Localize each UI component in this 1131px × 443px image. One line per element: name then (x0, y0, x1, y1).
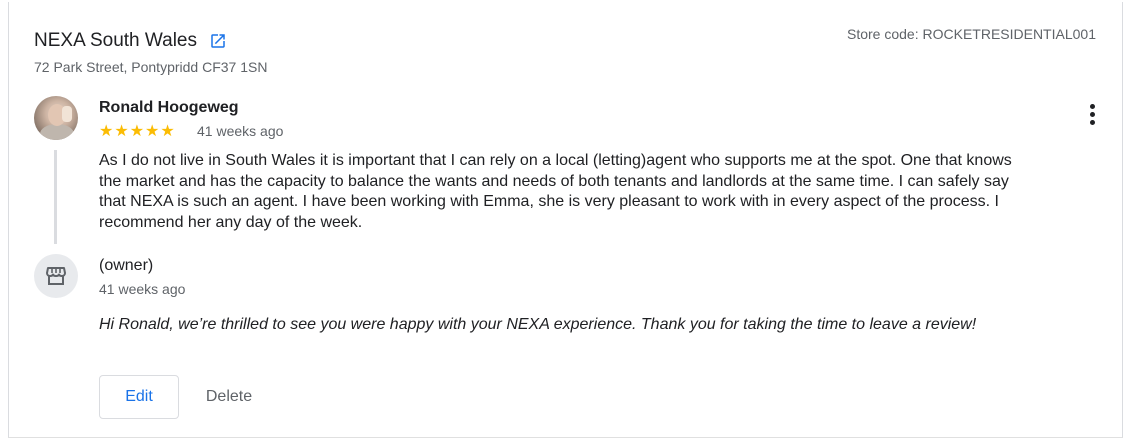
location-name: NEXA South Wales (34, 30, 197, 51)
review-text: As I do not live in South Wales it is im… (99, 152, 1012, 231)
owner-avatar (34, 254, 78, 298)
reply-timestamp: 41 weeks ago (99, 281, 186, 297)
store-code: Store code: ROCKETRESIDENTIAL001 (847, 26, 1096, 42)
more-vert-icon[interactable] (1082, 102, 1102, 128)
reviewer-avatar[interactable] (34, 96, 78, 140)
edit-reply-button[interactable]: Edit (99, 375, 179, 419)
location-address: 72 Park Street, Pontypridd CF37 1SN (34, 59, 268, 75)
reply-text: Hi Ronald, we’re thrilled to see you wer… (99, 316, 977, 333)
thread-line (54, 150, 57, 244)
reply-author: (owner) (99, 257, 154, 274)
review-timestamp: 41 weeks ago (197, 123, 284, 139)
star-rating: ★★★★★ (99, 123, 176, 140)
storefront-icon (46, 267, 66, 285)
reviewer-name[interactable]: Ronald Hoogeweg (99, 99, 239, 117)
location-header: NEXA South Wales (34, 30, 227, 52)
delete-reply-button[interactable]: Delete (190, 375, 268, 419)
open-in-new-icon[interactable] (209, 32, 227, 50)
